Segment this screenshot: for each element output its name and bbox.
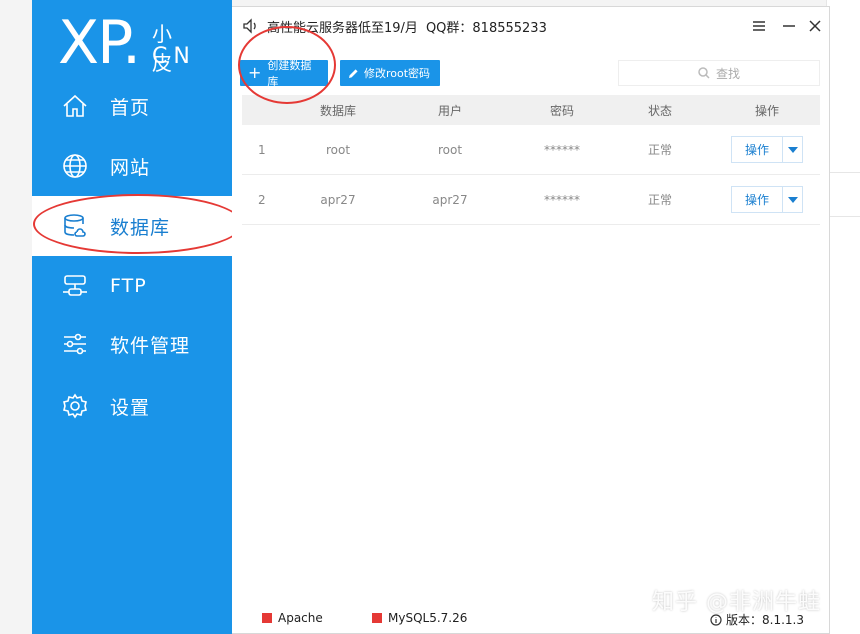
sidebar-item-home[interactable]: 首页 (32, 78, 232, 134)
table-header: 数据库 用户 密码 状态 操作 (242, 95, 820, 125)
home-icon (60, 91, 90, 121)
action-button[interactable]: 操作 (732, 137, 782, 162)
main-window: 高性能云服务器低至19/月 QQ群：818555233 + 创建数据库 修改roo… (232, 6, 830, 634)
mysql-status[interactable]: MySQL5.7.26 (372, 611, 467, 625)
status-dot-red (372, 613, 382, 623)
action-button[interactable]: 操作 (732, 187, 782, 212)
sidebar-item-label: FTP (110, 275, 147, 297)
logo-brand: XP. (58, 8, 141, 78)
sidebar-item-software[interactable]: 软件管理 (32, 316, 232, 372)
modify-root-password-button[interactable]: 修改root密码 (340, 60, 440, 86)
cell-database: apr27 (320, 192, 356, 207)
minimize-icon[interactable] (778, 15, 800, 37)
action-dropdown: 操作 (731, 136, 803, 163)
gear-icon (60, 391, 90, 421)
background-left (0, 0, 32, 634)
apache-label: Apache (278, 611, 323, 625)
close-icon[interactable] (804, 15, 826, 37)
cell-user: apr27 (432, 192, 468, 207)
pencil-icon (349, 68, 358, 78)
sidebar-item-label: 软件管理 (110, 334, 191, 357)
cell-password: ****** (544, 142, 580, 157)
sidebar-item-label: 网站 (110, 156, 151, 179)
table-row: 1 root root ****** 正常 操作 (242, 125, 820, 175)
header-action: 操作 (754, 103, 779, 118)
sidebar-item-ftp[interactable]: FTP (32, 258, 232, 314)
ftp-icon (60, 271, 90, 301)
sidebar-item-label: 首页 (110, 96, 151, 119)
speaker-icon (242, 17, 260, 35)
modify-root-password-label: 修改root密码 (364, 67, 431, 80)
caret-down-icon[interactable] (782, 137, 802, 162)
cell-user: root (437, 142, 463, 157)
notice-qq: QQ群：818555233 (425, 21, 547, 36)
cell-action: 操作 (714, 136, 820, 163)
header-status: 状态 (647, 103, 672, 118)
menu-icon[interactable] (748, 15, 770, 37)
database-table: 数据库 用户 密码 状态 操作 1 root root ****** 正常 操作… (242, 95, 820, 225)
mysql-label: MySQL5.7.26 (388, 611, 468, 625)
header-user: 用户 (437, 103, 462, 118)
annotation-ellipse-database (33, 194, 243, 254)
watermark: 知乎 @非洲牛蛙 (652, 590, 821, 615)
sidebar-item-settings[interactable]: 设置 (32, 378, 232, 434)
globe-icon (60, 151, 90, 181)
action-dropdown: 操作 (731, 186, 803, 213)
logo-sub2: CN (152, 44, 196, 69)
cell-status: 正常 (647, 193, 672, 207)
cell-index: 2 (258, 192, 266, 207)
sidebar: XP. 小皮 CN 首页 网站 数据库 FTP 软件管理 设置 (32, 0, 232, 634)
table-row: 2 apr27 apr27 ****** 正常 操作 (242, 175, 820, 225)
header-password: 密码 (549, 103, 574, 118)
header-database: 数据库 (319, 103, 356, 118)
status-dot-red (262, 613, 272, 623)
search-icon (698, 67, 710, 79)
sidebar-item-website[interactable]: 网站 (32, 138, 232, 194)
search-placeholder: 查找 (715, 66, 740, 81)
annotation-ellipse-create-button (238, 26, 336, 104)
cell-password: ****** (544, 192, 580, 207)
cell-index: 1 (258, 142, 266, 157)
search-input[interactable]: 查找 (618, 60, 820, 86)
cell-database: root (325, 142, 351, 157)
apache-status[interactable]: Apache (262, 611, 323, 625)
sliders-icon (60, 329, 90, 359)
cell-status: 正常 (647, 143, 672, 157)
sidebar-item-label: 设置 (110, 396, 151, 419)
caret-down-icon[interactable] (782, 187, 802, 212)
cell-action: 操作 (714, 186, 820, 213)
background-right-panel (826, 0, 860, 634)
